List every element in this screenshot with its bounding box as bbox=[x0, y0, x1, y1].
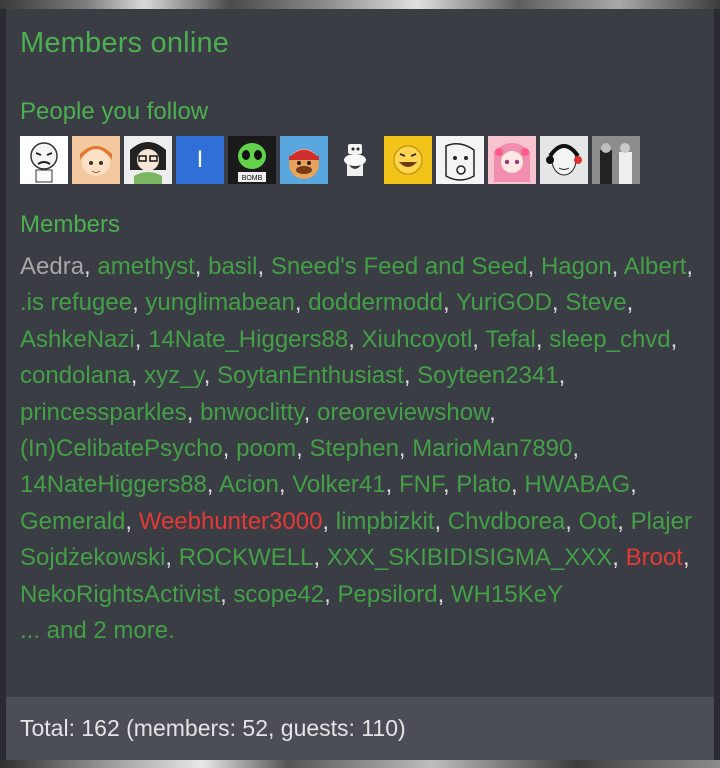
member-link[interactable]: Acion bbox=[219, 471, 279, 498]
member-link[interactable]: yunglimabean bbox=[145, 289, 294, 316]
member-link[interactable]: condolana bbox=[20, 362, 131, 389]
member-link[interactable]: poom bbox=[236, 435, 296, 462]
sketch-face-avatar[interactable] bbox=[436, 136, 484, 184]
yellow-face-avatar[interactable] bbox=[384, 136, 432, 184]
glasses-girl-avatar[interactable] bbox=[124, 136, 172, 184]
members-online-widget: Members online People you follow I BOMB M… bbox=[6, 9, 714, 760]
online-total-text: Total: 162 (members: 52, guests: 110) bbox=[20, 715, 406, 741]
anime-girl-avatar-image bbox=[80, 146, 112, 176]
member-link[interactable]: .is refugee bbox=[20, 289, 132, 316]
member-link[interactable]: Weebhunter3000 bbox=[139, 508, 323, 535]
red-cap-face-avatar[interactable] bbox=[280, 136, 328, 184]
member-link[interactable]: sleep_chvd bbox=[549, 326, 670, 353]
member-link[interactable]: basil bbox=[208, 253, 257, 280]
background-image-strip-bottom bbox=[0, 760, 720, 768]
followed-avatar-list: I BOMB bbox=[20, 136, 640, 184]
member-link[interactable]: Soyteen2341 bbox=[417, 362, 558, 389]
member-link[interactable]: scope42 bbox=[233, 581, 324, 608]
letter-avatar[interactable]: I bbox=[176, 136, 224, 184]
member-link[interactable]: Volker41 bbox=[292, 471, 385, 498]
red-cap-face-avatar-image bbox=[289, 149, 319, 179]
crying-meme-face-avatar-image bbox=[30, 142, 58, 183]
member-link[interactable]: Xiuhcoyotl bbox=[362, 326, 473, 353]
headset-wojak-avatar-image bbox=[546, 144, 582, 176]
member-link[interactable]: (In)CelibatePsycho bbox=[20, 435, 223, 462]
crying-meme-face-avatar[interactable] bbox=[20, 136, 68, 184]
member-link[interactable]: YuriGOD bbox=[456, 289, 552, 316]
widget-title[interactable]: Members online bbox=[20, 27, 229, 60]
headset-wojak-avatar[interactable] bbox=[540, 136, 588, 184]
member-link[interactable]: 14NateHiggers88 bbox=[20, 471, 207, 498]
member-link[interactable]: Hagon bbox=[541, 253, 612, 280]
more-members-link[interactable]: ... and 2 more. bbox=[20, 617, 175, 644]
member-link[interactable]: HWABAG bbox=[524, 471, 630, 498]
member-link[interactable]: Pepsilord bbox=[338, 581, 438, 608]
sketch-face-avatar-image bbox=[445, 143, 475, 181]
member-link[interactable]: SoytanEnthusiast bbox=[217, 362, 404, 389]
member-link[interactable]: Steve bbox=[565, 289, 626, 316]
background-image-strip-top bbox=[0, 0, 720, 9]
svg-text:BOMB: BOMB bbox=[242, 175, 263, 182]
toilet-avatar-image bbox=[344, 144, 366, 176]
member-link[interactable]: XXX_SKIBIDISIGMA_XXX bbox=[327, 544, 612, 571]
yellow-face-avatar-image bbox=[393, 145, 423, 175]
member-link[interactable]: Gemerald bbox=[20, 508, 125, 535]
member-link[interactable]: xyz_y bbox=[144, 362, 204, 389]
old-photo-avatar[interactable] bbox=[592, 136, 640, 184]
member-link[interactable]: Sneed's Feed and Seed bbox=[271, 253, 528, 280]
online-totals-footer: Total: 162 (members: 52, guests: 110) bbox=[6, 697, 714, 760]
member-link[interactable]: Aedra bbox=[20, 253, 84, 280]
pink-anime-avatar[interactable] bbox=[488, 136, 536, 184]
alien-skull-avatar[interactable]: BOMB bbox=[228, 136, 276, 184]
follow-heading: People you follow bbox=[20, 98, 209, 125]
avatar-letter: I bbox=[196, 146, 204, 173]
member-link[interactable]: Albert bbox=[624, 253, 687, 280]
member-link[interactable]: Tefal bbox=[485, 326, 536, 353]
glasses-girl-avatar-image bbox=[130, 142, 166, 184]
member-link[interactable]: 14Nate_Higgers88 bbox=[148, 326, 348, 353]
member-link[interactable]: NekoRightsActivist bbox=[20, 581, 220, 608]
member-link[interactable]: AshkeNazi bbox=[20, 326, 135, 353]
pink-anime-avatar-image bbox=[494, 143, 530, 182]
member-link[interactable]: amethyst bbox=[97, 253, 194, 280]
toilet-avatar[interactable] bbox=[332, 136, 380, 184]
anime-girl-avatar[interactable] bbox=[72, 136, 120, 184]
member-list: Aedra, amethyst, basil, Sneed's Feed and… bbox=[20, 253, 694, 645]
member-link[interactable]: princessparkles bbox=[20, 399, 187, 426]
member-link[interactable]: doddermodd bbox=[308, 289, 443, 316]
member-link[interactable]: Oot bbox=[579, 508, 618, 535]
member-link[interactable]: MarioMan7890 bbox=[412, 435, 572, 462]
alien-skull-avatar-image: BOMB bbox=[238, 143, 266, 182]
member-link[interactable]: Stephen bbox=[310, 435, 399, 462]
member-link[interactable]: oreoreviewshow bbox=[317, 399, 489, 426]
members-heading: Members bbox=[20, 211, 121, 238]
member-link[interactable]: Chvdborea bbox=[448, 508, 565, 535]
member-link[interactable]: Broot bbox=[626, 544, 683, 571]
member-link[interactable]: WH15KeY bbox=[451, 581, 563, 608]
member-link[interactable]: limpbizkit bbox=[336, 508, 435, 535]
member-link[interactable]: Plato bbox=[456, 471, 511, 498]
old-photo-avatar-image bbox=[592, 136, 640, 184]
member-link[interactable]: bnwoclitty bbox=[200, 399, 304, 426]
member-link[interactable]: ROCKWELL bbox=[179, 544, 314, 571]
member-link[interactable]: FNF bbox=[399, 471, 443, 498]
